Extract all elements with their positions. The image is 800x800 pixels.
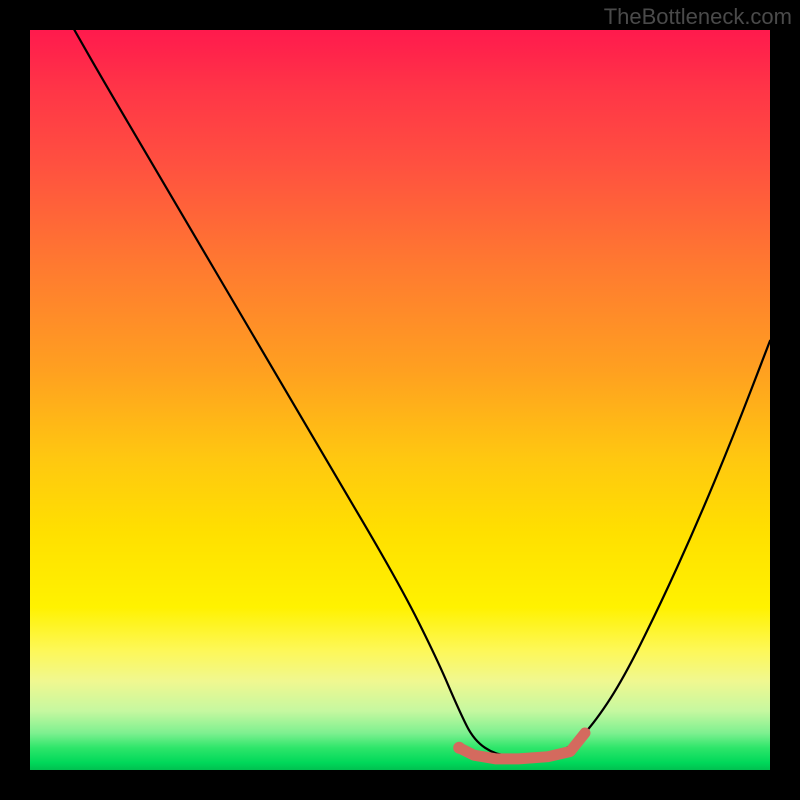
optimal-marker-start-dot [453,742,465,754]
plot-area [30,30,770,770]
optimal-marker [459,733,585,759]
watermark-text: TheBottleneck.com [604,4,792,30]
bottleneck-curve [74,30,770,755]
curve-layer [30,30,770,770]
chart-frame: TheBottleneck.com [0,0,800,800]
